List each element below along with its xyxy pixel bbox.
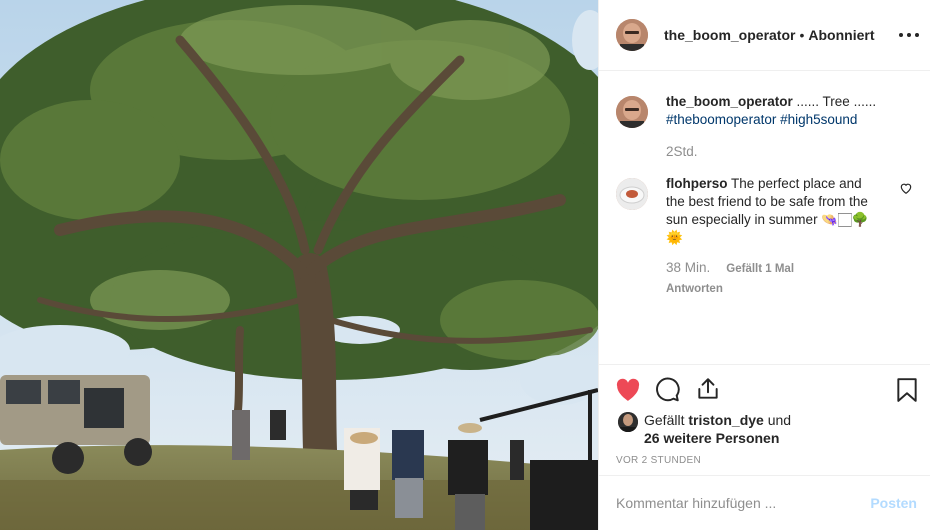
comment-like-button[interactable] [899, 181, 913, 195]
follow-status[interactable]: Abonniert [808, 27, 874, 43]
caption-hashtags[interactable]: #theboomoperator #high5sound [666, 111, 876, 129]
post-header: the_boom_operator • Abonniert [599, 0, 930, 71]
commenter-username[interactable]: flohperso [666, 176, 728, 191]
liker-username[interactable]: triston_dye [688, 412, 763, 428]
share-upload-icon [698, 378, 718, 399]
heart-outline-icon [900, 183, 912, 194]
comment-likes[interactable]: Gefällt 1 Mal [726, 260, 794, 278]
action-bar: Gefällt triston_dye und 26 weitere Perso… [599, 364, 930, 476]
likes-prefix: Gefällt [644, 412, 685, 428]
post-detail-panel: the_boom_operator • Abonniert the_boom_o… [598, 0, 930, 530]
caption-time: 2Std. [666, 144, 698, 159]
add-comment-bar: Posten [599, 476, 930, 530]
comment-button[interactable] [655, 377, 681, 403]
like-button[interactable] [615, 378, 641, 404]
likes-text: Gefällt triston_dye und 26 weitere Perso… [644, 411, 791, 447]
comment-time: 38 Min. [666, 260, 711, 275]
caption-username[interactable]: the_boom_operator [666, 94, 793, 109]
more-options-button[interactable] [899, 26, 919, 44]
author-avatar[interactable] [616, 19, 648, 51]
likes-connector: und [767, 412, 792, 428]
reply-button[interactable]: Antworten [666, 280, 874, 298]
caption: the_boom_operator ...... Tree ...... #th… [616, 93, 915, 161]
save-button[interactable] [896, 377, 922, 403]
commenter-avatar[interactable] [616, 178, 648, 210]
likes-summary: Gefällt triston_dye und 26 weitere Perso… [618, 411, 791, 447]
post-timestamp[interactable]: VOR 2 STUNDEN [616, 455, 701, 466]
heart-filled-icon [616, 378, 640, 401]
author-username[interactable]: the_boom_operator [664, 27, 795, 43]
comment-item: flohperso The perfect place and the best… [616, 175, 915, 298]
caption-text: ...... Tree ...... [796, 94, 877, 109]
post-comment-button[interactable]: Posten [870, 495, 917, 511]
caption-author-avatar[interactable] [616, 96, 648, 128]
separator-dot: • [799, 27, 805, 43]
ellipsis-icon [899, 33, 903, 37]
tree-scene-image [0, 0, 598, 530]
comment-input[interactable] [616, 495, 871, 511]
speech-bubble-icon [656, 377, 680, 402]
bookmark-icon [897, 378, 917, 402]
other-likers-link[interactable]: 26 weitere Personen [644, 430, 779, 446]
liker-avatar[interactable] [618, 412, 638, 432]
share-button[interactable] [695, 376, 721, 402]
comments-section: the_boom_operator ...... Tree ...... #th… [599, 71, 930, 364]
post-photo[interactable] [0, 0, 598, 530]
